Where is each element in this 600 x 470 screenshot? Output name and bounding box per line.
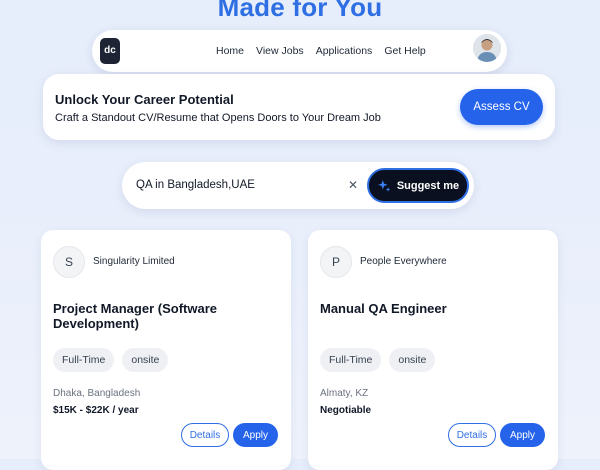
job-search-bar: ✕ Suggest me [122, 162, 474, 209]
cv-assessment-banner: Unlock Your Career Potential Craft a Sta… [43, 74, 555, 140]
job-card[interactable]: S Singularity Limited Project Manager (S… [41, 230, 291, 470]
job-title[interactable]: Project Manager (Software Development) [53, 301, 291, 331]
nav-link-get-help[interactable]: Get Help [384, 45, 425, 57]
company-avatar: S [53, 246, 85, 278]
company-avatar: P [320, 246, 352, 278]
nav-link-view-jobs[interactable]: View Jobs [256, 45, 304, 57]
user-avatar-icon [473, 34, 501, 62]
nav-link-home[interactable]: Home [216, 45, 244, 57]
search-input[interactable] [136, 162, 336, 209]
job-card[interactable]: P People Everywhere Manual QA Engineer F… [308, 230, 558, 470]
work-mode-tag: onsite [389, 348, 436, 372]
cv-banner-title: Unlock Your Career Potential [55, 92, 234, 107]
job-title[interactable]: Manual QA Engineer [320, 301, 447, 316]
work-mode-tag: onsite [122, 348, 169, 372]
top-navbar: dc Home View Jobs Applications Get Help [92, 30, 507, 72]
job-salary: $15K - $22K / year [53, 405, 139, 416]
job-salary: Negotiable [320, 405, 372, 416]
suggest-me-label: Suggest me [396, 179, 460, 192]
job-tags: Full-Time onsite [320, 348, 436, 372]
apply-button[interactable]: Apply [500, 423, 545, 447]
details-button[interactable]: Details [448, 423, 496, 447]
sparkle-icon [377, 179, 391, 192]
job-type-tag: Full-Time [53, 348, 115, 372]
assess-cv-button[interactable]: Assess CV [460, 89, 543, 125]
job-tags: Full-Time onsite [53, 348, 169, 372]
user-avatar[interactable] [473, 34, 501, 62]
cv-banner-subtitle: Craft a Standout CV/Resume that Opens Do… [55, 112, 381, 124]
job-type-tag: Full-Time [320, 348, 382, 372]
nav-links: Home View Jobs Applications Get Help [216, 30, 426, 72]
details-button[interactable]: Details [181, 423, 229, 447]
app-logo[interactable]: dc [100, 38, 120, 64]
suggest-me-button[interactable]: Suggest me [367, 168, 469, 203]
page-title: Made for You [217, 0, 383, 22]
nav-link-applications[interactable]: Applications [316, 45, 373, 57]
job-location: Almaty, KZ [320, 388, 369, 399]
job-location: Dhaka, Bangladesh [53, 388, 141, 399]
company-name: People Everywhere [360, 256, 447, 267]
apply-button[interactable]: Apply [233, 423, 278, 447]
company-name: Singularity Limited [93, 256, 175, 267]
close-icon[interactable]: ✕ [348, 162, 358, 209]
